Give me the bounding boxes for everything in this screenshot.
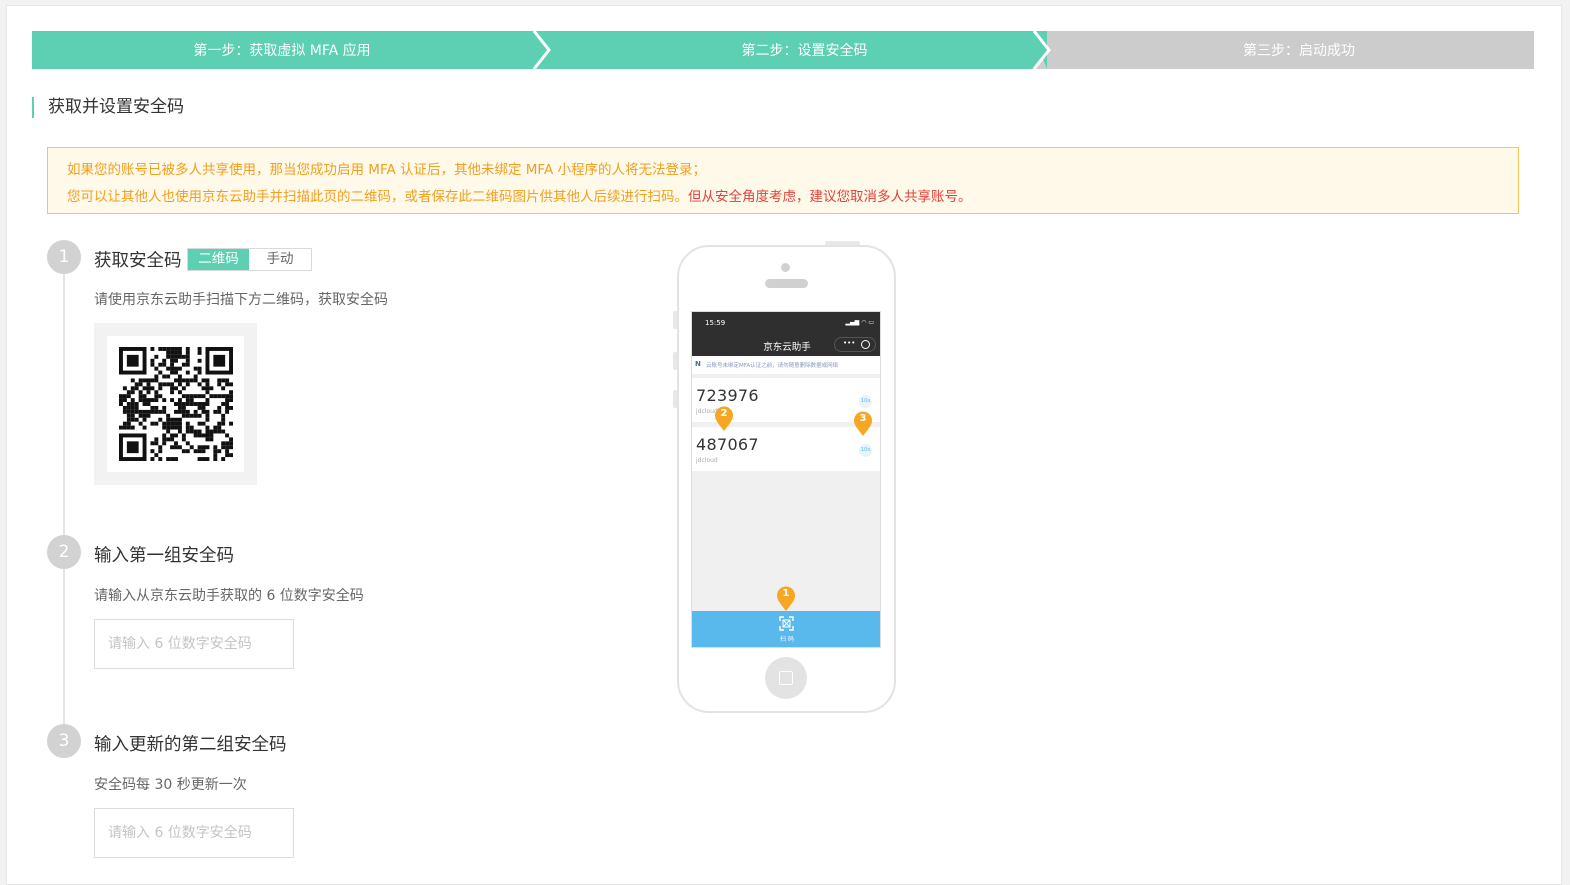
qr-code-image: [119, 347, 233, 461]
step-1-title: 获取安全码: [94, 251, 182, 271]
second-code-input[interactable]: [94, 808, 294, 858]
info-icon: N: [695, 360, 701, 368]
marker-pin-2: 2: [714, 406, 734, 432]
notice-line-1: 如果您的账号已被多人共享使用，那当您成功启用 MFA 认证后，其他未绑定 MFA…: [67, 162, 706, 178]
timeline-line: [63, 270, 65, 740]
marker-number: 2: [720, 408, 728, 419]
marker-number: 1: [782, 588, 790, 599]
security-code: 723976: [696, 386, 759, 405]
step-3-label: 第三步：启动成功: [1243, 43, 1355, 59]
step-2-title: 输入第一组安全码: [94, 546, 234, 566]
phone-time: 15:59: [705, 319, 726, 327]
phone-tip-text: 云账号未绑定MFA认证之前，请勿随意删除数据或网络: [706, 363, 839, 369]
qr-code-frame: [94, 323, 257, 485]
step-number-1: 1: [47, 240, 81, 274]
method-toggle: 二维码 手动: [187, 248, 312, 271]
scan-bar: 扫 码: [692, 611, 880, 647]
notice-line-2-text: 您可以让其他人也使用京东云助手并扫描此页的二维码，或者保存此二维码图片供其他人后…: [67, 189, 688, 205]
phone-status-bar: 15:59 ▂▄▆ ◠ ▭: [692, 312, 880, 334]
first-code-input[interactable]: [94, 619, 294, 669]
mini-program-capsule: •••: [834, 337, 876, 352]
step-divider-icon: [1032, 31, 1051, 69]
step-2-label: 第二步：设置安全码: [741, 43, 868, 59]
step-number-3: 3: [47, 724, 81, 758]
security-code: 487067: [696, 435, 759, 454]
step-1-done: 第一步：获取虚拟 MFA 应用: [32, 31, 547, 69]
phone-tip-bar: N 云账号未绑定MFA认证之前，请勿随意删除数据或网络: [692, 356, 880, 374]
step-1-description: 请使用京东云助手扫描下方二维码，获取安全码: [94, 292, 388, 308]
step-3-pending: 第三步：启动成功: [1034, 31, 1534, 69]
step-1-label: 第一步：获取虚拟 MFA 应用: [193, 43, 371, 59]
step-divider-icon: [532, 31, 562, 69]
marker-pin-3: 3: [853, 411, 873, 437]
countdown-badge: 10s: [859, 395, 872, 408]
tab-manual[interactable]: 手动: [249, 249, 311, 270]
signal-icon: ▂▄▆ ◠ ▭: [845, 319, 874, 326]
step-3-description: 安全码每 30 秒更新一次: [94, 777, 247, 793]
marker-pin-1: 1: [776, 586, 796, 612]
progress-stepper: 第三步：启动成功 第二步：设置安全码 第一步：获取虚拟 MFA 应用: [32, 31, 1534, 69]
scan-label: 扫 码: [780, 636, 794, 643]
marker-number: 3: [859, 413, 867, 424]
close-target-icon: [861, 340, 870, 349]
phone-camera: [781, 263, 790, 272]
account-name: jdcloud: [696, 457, 718, 464]
phone-speaker: [765, 279, 808, 288]
step-2-active: 第二步：设置安全码: [532, 31, 1047, 69]
step-number-2: 2: [47, 535, 81, 569]
step-3-title: 输入更新的第二组安全码: [94, 735, 287, 755]
phone-nav-bar: 京东云助手 •••: [692, 334, 880, 356]
scan-icon: [779, 616, 794, 631]
step-2-description: 请输入从京东云助手获取的 6 位数字安全码: [94, 588, 364, 604]
notice-line-2: 您可以让其他人也使用京东云助手并扫描此页的二维码，或者保存此二维码图片供其他人后…: [67, 184, 1499, 211]
qr-code: [107, 336, 244, 472]
countdown-badge: 10s: [859, 444, 872, 457]
phone-home-button: [765, 657, 807, 699]
notice-warning: 但从安全角度考虑，建议您取消多人共享账号。: [688, 189, 972, 205]
tab-qrcode[interactable]: 二维码: [188, 249, 249, 270]
shared-account-notice: 如果您的账号已被多人共享使用，那当您成功启用 MFA 认证后，其他未绑定 MFA…: [47, 147, 1519, 214]
section-title: 获取并设置安全码: [32, 97, 184, 118]
more-icon: •••: [843, 339, 856, 347]
